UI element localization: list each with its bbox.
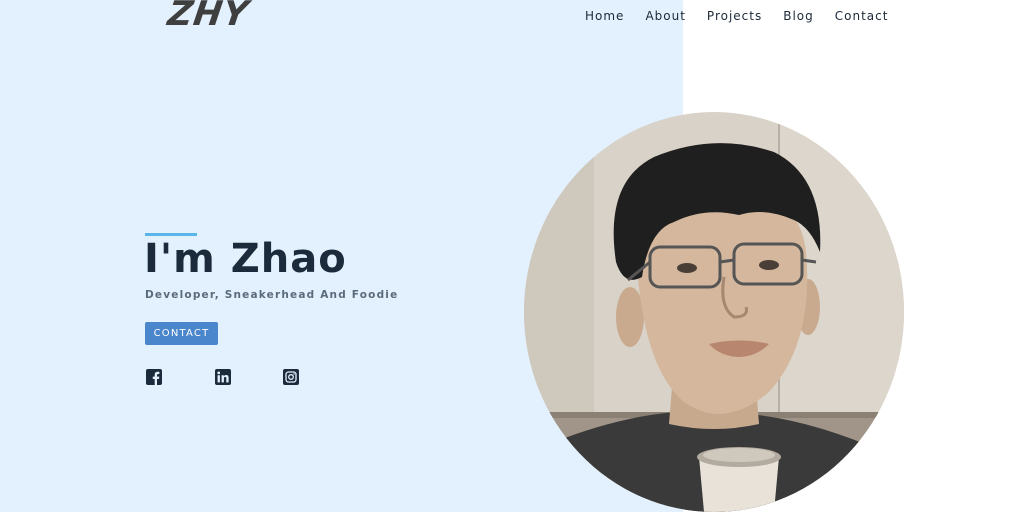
linkedin-icon bbox=[215, 369, 231, 385]
nav-contact[interactable]: Contact bbox=[835, 9, 889, 23]
main-nav: Home About Projects Blog Contact bbox=[585, 9, 909, 23]
nav-home[interactable]: Home bbox=[585, 9, 624, 23]
nav-projects[interactable]: Projects bbox=[707, 9, 762, 23]
hero-subtitle: Developer, Sneakerhead And Foodie bbox=[145, 289, 399, 301]
facebook-link[interactable] bbox=[146, 369, 162, 385]
contact-button[interactable]: CONTACT bbox=[145, 322, 218, 345]
profile-photo bbox=[524, 112, 904, 512]
facebook-icon bbox=[146, 369, 162, 385]
nav-about[interactable]: About bbox=[645, 9, 685, 23]
linkedin-link[interactable] bbox=[215, 369, 231, 385]
nav-blog[interactable]: Blog bbox=[783, 9, 814, 23]
hero-title: I'm Zhao bbox=[144, 236, 347, 282]
instagram-link[interactable] bbox=[283, 369, 299, 385]
page: ZHY Home About Projects Blog Contact I'm… bbox=[0, 0, 1024, 512]
instagram-icon bbox=[283, 369, 299, 385]
portrait-illustration bbox=[524, 112, 904, 512]
site-logo[interactable]: ZHY bbox=[165, 0, 251, 34]
